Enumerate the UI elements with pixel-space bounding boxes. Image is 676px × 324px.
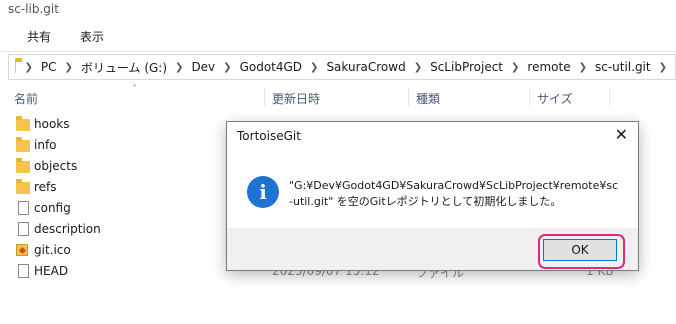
- chevron-right-icon[interactable]: ❯: [579, 62, 587, 73]
- ribbon: 共有 表示: [0, 20, 676, 52]
- column-name[interactable]: 名前: [14, 90, 38, 107]
- breadcrumb-volume[interactable]: ボリューム (G:): [81, 59, 167, 76]
- column-divider[interactable]: [529, 88, 530, 106]
- chevron-right-icon[interactable]: ❯: [659, 62, 667, 73]
- chevron-right-icon[interactable]: ❯: [223, 62, 231, 73]
- chevron-right-icon[interactable]: ❯: [414, 62, 422, 73]
- folder-icon: [16, 116, 30, 131]
- column-type[interactable]: 種類: [416, 90, 440, 107]
- folder-icon: [15, 58, 26, 73]
- folder-icon: [16, 158, 30, 173]
- column-divider[interactable]: [264, 88, 265, 106]
- close-icon[interactable]: ✕: [615, 125, 628, 145]
- file-icon: [18, 201, 29, 215]
- breadcrumb-sclibproject[interactable]: ScLibProject: [430, 60, 503, 74]
- chevron-right-icon[interactable]: ❯: [175, 62, 183, 73]
- info-icon: i: [247, 176, 279, 208]
- dialog-message: "G:¥Dev¥Godot4GD¥SakuraCrowd¥ScLibProjec…: [289, 179, 619, 208]
- breadcrumb-dev[interactable]: Dev: [191, 60, 215, 74]
- dialog-footer: OK: [227, 228, 638, 270]
- file-name: objects: [34, 159, 78, 173]
- file-name: description: [34, 222, 101, 236]
- file-name: config: [34, 201, 71, 215]
- window-title: sc-lib.git: [8, 2, 59, 16]
- column-divider[interactable]: [609, 88, 610, 106]
- column-divider[interactable]: [408, 88, 409, 106]
- breadcrumb-remote[interactable]: remote: [527, 60, 570, 74]
- chevron-right-icon[interactable]: ❯: [24, 62, 32, 73]
- chevron-right-icon[interactable]: ❯: [511, 62, 519, 73]
- column-size[interactable]: サイズ: [537, 90, 573, 107]
- file-name: HEAD: [34, 264, 69, 278]
- ribbon-tab-view[interactable]: 表示: [80, 28, 104, 45]
- file-name: git.ico: [34, 243, 71, 257]
- file-name: hooks: [34, 117, 70, 131]
- breadcrumb-pc[interactable]: PC: [41, 60, 57, 74]
- ribbon-tab-share[interactable]: 共有: [27, 28, 51, 45]
- breadcrumb-godot4gd[interactable]: Godot4GD: [240, 60, 302, 74]
- column-date[interactable]: 更新日時: [272, 90, 320, 107]
- breadcrumb-sc-util[interactable]: sc-util.git: [595, 60, 651, 74]
- chevron-right-icon[interactable]: ❯: [310, 62, 318, 73]
- file-icon: [18, 222, 29, 236]
- address-bar[interactable]: ❯ PC ❯ ボリューム (G:) ❯ Dev ❯ Godot4GD ❯ Sak…: [8, 54, 676, 80]
- folder-icon: [16, 179, 30, 194]
- chevron-right-icon[interactable]: ❯: [64, 62, 72, 73]
- folder-icon: [16, 137, 30, 152]
- breadcrumb-sakuracrowd[interactable]: SakuraCrowd: [326, 60, 405, 74]
- dialog-title: TortoiseGit: [237, 129, 301, 143]
- file-icon: [18, 264, 29, 278]
- window-title-bar: sc-lib.git: [0, 0, 676, 20]
- tortoisegit-dialog: TortoiseGit ✕ i "G:¥Dev¥Godot4GD¥SakuraC…: [226, 121, 639, 271]
- ok-button[interactable]: OK: [543, 239, 617, 261]
- file-name: refs: [34, 180, 57, 194]
- file-name: info: [34, 138, 57, 152]
- column-header-row: 名前 更新日時 種類 サイズ: [0, 84, 676, 108]
- git-ico-icon: [16, 244, 28, 256]
